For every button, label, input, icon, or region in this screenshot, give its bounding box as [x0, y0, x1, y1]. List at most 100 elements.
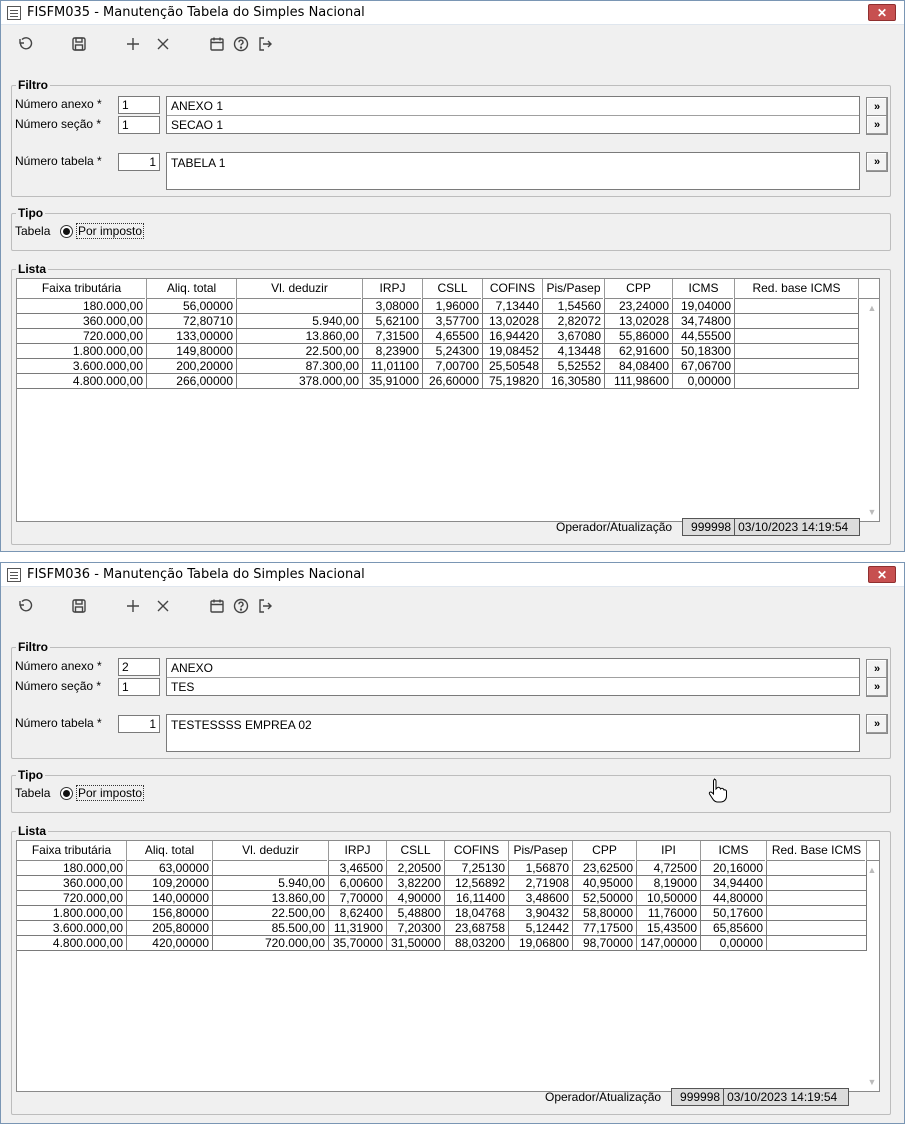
secao-input[interactable]: 1	[118, 116, 160, 134]
column-header[interactable]: Aliq. total	[147, 279, 237, 299]
table-cell: 12,56892	[445, 876, 509, 891]
column-header[interactable]: Faixa tributária	[17, 841, 127, 861]
column-header[interactable]: CSLL	[387, 841, 445, 861]
delete-button[interactable]	[151, 594, 175, 618]
secao-input[interactable]: 1	[118, 678, 160, 696]
tabela-input[interactable]: 1	[118, 153, 160, 171]
table-cell: 18,04768	[445, 906, 509, 921]
column-header[interactable]: Faixa tributária	[17, 279, 147, 299]
lista-grid[interactable]: Faixa tributária Aliq. total Vl. deduzir IR…	[16, 278, 880, 522]
help-button[interactable]	[229, 32, 253, 56]
secao-lookup-button[interactable]: »	[866, 677, 888, 697]
column-header[interactable]: ICMS	[673, 279, 735, 299]
table-cell: 0,00000	[701, 936, 767, 951]
grid-header: Faixa tributária Aliq. total Vl. deduzir IR…	[17, 279, 879, 299]
tabela-lookup-button[interactable]: »	[866, 714, 888, 734]
table-cell: 2,20500	[387, 861, 445, 876]
column-header[interactable]: COFINS	[445, 841, 509, 861]
anexo-input[interactable]: 1	[118, 96, 160, 114]
table-row[interactable]: 180.000,00 63,00000 3,46500 2,20500 7,25130 1…	[17, 861, 879, 876]
table-cell: 5,24300	[423, 344, 483, 359]
column-header[interactable]: Red. base ICMS	[735, 279, 859, 299]
column-header[interactable]: IRPJ	[329, 841, 387, 861]
scroll-down-icon[interactable]: ▼	[865, 1075, 879, 1089]
exit-button[interactable]	[253, 594, 277, 618]
column-header[interactable]: Pis/Pasep	[543, 279, 605, 299]
column-header[interactable]: ICMS	[701, 841, 767, 861]
table-cell: 22.500,00	[237, 344, 363, 359]
anexo-lookup-button[interactable]: »	[866, 659, 888, 679]
table-cell: 147,00000	[637, 936, 701, 951]
table-row[interactable]: 180.000,00 56,00000 3,08000 1,96000 7,13440 1…	[17, 299, 879, 314]
column-header[interactable]: Pis/Pasep	[509, 841, 573, 861]
status-operator: 999998	[672, 1089, 725, 1105]
table-row[interactable]: 4.800.000,00 266,00000 378.000,00 35,91000 2…	[17, 374, 879, 389]
table-row[interactable]: 4.800.000,00 420,00000 720.000,00 35,70000 3…	[17, 936, 879, 951]
vertical-scrollbar[interactable]: ▲ ▼	[865, 861, 879, 1091]
table-cell: 16,11400	[445, 891, 509, 906]
table-row[interactable]: 720.000,00 140,00000 13.860,00 7,70000 4,900…	[17, 891, 879, 906]
save-button[interactable]	[67, 32, 91, 56]
table-row[interactable]: 360.000,00 72,80710 5.940,00 5,62100 3,57700…	[17, 314, 879, 329]
secao-description: SECAO 1	[171, 118, 224, 132]
column-header[interactable]: Vl. deduzir	[237, 279, 363, 299]
column-header[interactable]: CPP	[605, 279, 673, 299]
close-button[interactable]: ✕	[868, 566, 896, 583]
exit-icon	[259, 599, 272, 613]
scroll-up-icon[interactable]: ▲	[865, 301, 879, 315]
undo-button[interactable]	[13, 32, 37, 56]
table-row[interactable]: 360.000,00 109,20000 5.940,00 6,00600 3,8220…	[17, 876, 879, 891]
table-row[interactable]: 1.800.000,00 149,80000 22.500,00 8,23900 5,2…	[17, 344, 879, 359]
radio-por-imposto[interactable]: Por imposto	[60, 785, 145, 801]
secao-lookup-button[interactable]: »	[866, 115, 888, 135]
column-header[interactable]: CSLL	[423, 279, 483, 299]
calendar-button[interactable]	[205, 32, 229, 56]
table-cell	[767, 861, 867, 876]
table-cell: 5,12442	[509, 921, 573, 936]
calendar-button[interactable]	[205, 594, 229, 618]
table-row[interactable]: 1.800.000,00 156,80000 22.500,00 8,62400 5,4…	[17, 906, 879, 921]
column-header[interactable]: IPI	[637, 841, 701, 861]
tabela-lookup-button[interactable]: »	[866, 152, 888, 172]
lista-grid[interactable]: Faixa tributária Aliq. total Vl. deduzir IR…	[16, 840, 880, 1092]
add-icon	[127, 38, 139, 50]
column-header[interactable]: CPP	[573, 841, 637, 861]
title-bar[interactable]: FISFM035 - Manutenção Tabela do Simples …	[1, 1, 904, 25]
tabela-tipo-label: Tabela	[15, 786, 51, 800]
add-button[interactable]	[121, 594, 145, 618]
table-cell: 35,91000	[363, 374, 423, 389]
anexo-input[interactable]: 2	[118, 658, 160, 676]
column-header[interactable]: Vl. deduzir	[213, 841, 329, 861]
undo-button[interactable]	[13, 594, 37, 618]
help-button[interactable]	[229, 594, 253, 618]
anexo-lookup-button[interactable]: »	[866, 97, 888, 117]
scroll-up-icon[interactable]: ▲	[865, 863, 879, 877]
scroll-down-icon[interactable]: ▼	[865, 505, 879, 519]
vertical-scrollbar[interactable]: ▲ ▼	[865, 299, 879, 521]
exit-button[interactable]	[253, 32, 277, 56]
table-cell: 50,17600	[701, 906, 767, 921]
radio-por-imposto[interactable]: Por imposto	[60, 223, 145, 239]
table-cell: 205,80000	[127, 921, 213, 936]
title-bar[interactable]: FISFM036 - Manutenção Tabela do Simples …	[1, 563, 904, 587]
table-row[interactable]: 3.600.000,00 205,80000 85.500,00 11,31900 7,…	[17, 921, 879, 936]
radio-selected-icon	[60, 786, 73, 800]
column-header[interactable]: COFINS	[483, 279, 543, 299]
column-header[interactable]: Aliq. total	[127, 841, 213, 861]
table-row[interactable]: 720.000,00 133,00000 13.860,00 7,31500 4,655…	[17, 329, 879, 344]
table-cell: 2,71908	[509, 876, 573, 891]
table-cell: 67,06700	[673, 359, 735, 374]
close-button[interactable]: ✕	[868, 4, 896, 21]
window-fisfm035: FISFM035 - Manutenção Tabela do Simples …	[0, 0, 905, 552]
save-button[interactable]	[67, 594, 91, 618]
table-row[interactable]: 3.600.000,00 200,20000 87.300,00 11,01100 7,…	[17, 359, 879, 374]
table-cell	[767, 891, 867, 906]
tabela-input[interactable]: 1	[118, 715, 160, 733]
close-icon: ✕	[876, 5, 888, 20]
table-cell: 133,00000	[147, 329, 237, 344]
column-header[interactable]: IRPJ	[363, 279, 423, 299]
column-header[interactable]: Red. Base ICMS	[767, 841, 867, 861]
add-button[interactable]	[121, 32, 145, 56]
table-cell: 4.800.000,00	[17, 374, 147, 389]
delete-button[interactable]	[151, 32, 175, 56]
